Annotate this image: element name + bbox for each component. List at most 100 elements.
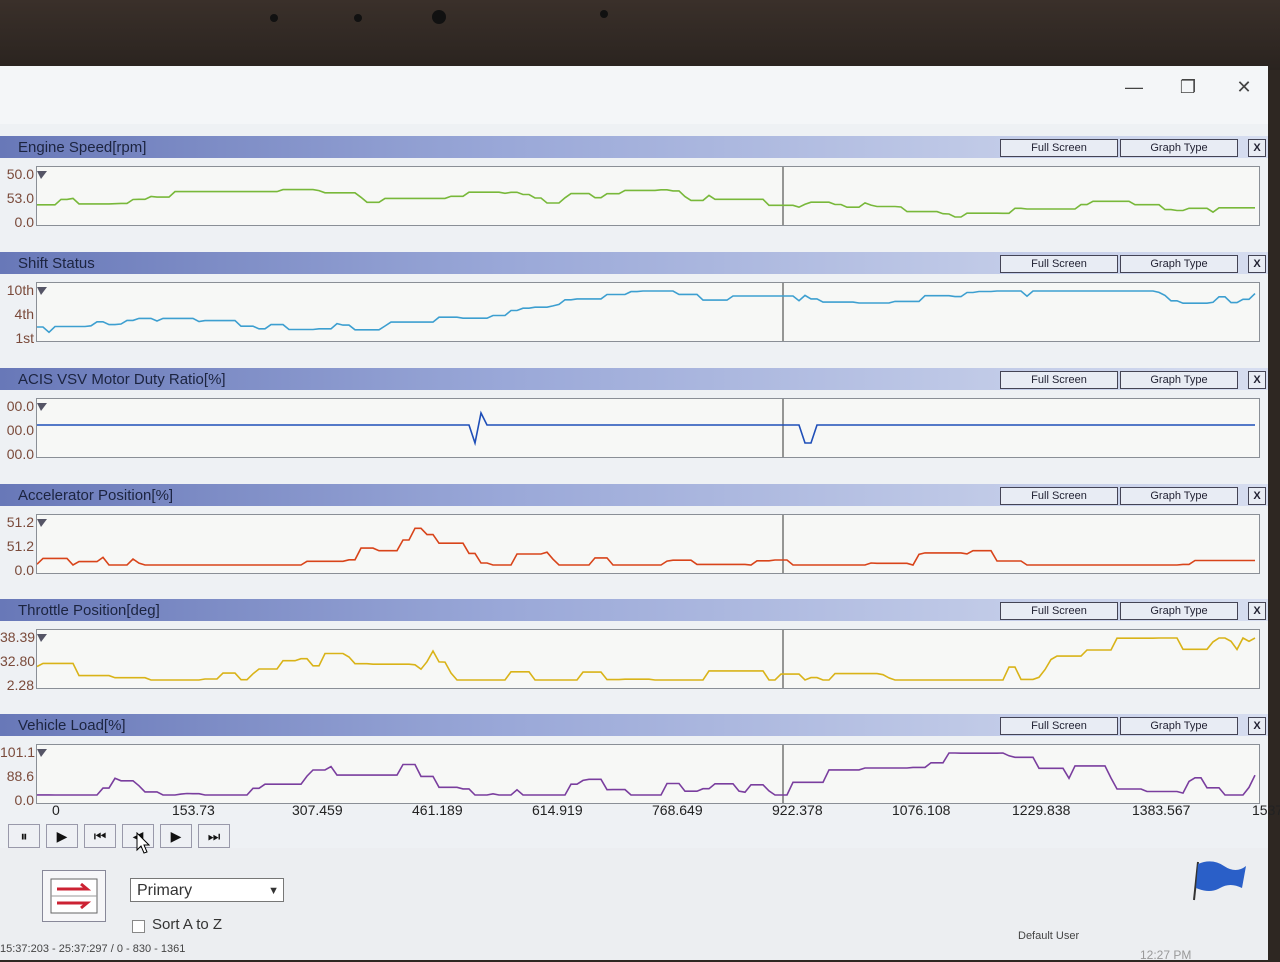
skip-end-button[interactable]: ⏭ xyxy=(198,824,230,848)
panel-header: Accelerator Position[%] Full Screen Grap… xyxy=(0,484,1268,506)
y-label-max: 50.0 xyxy=(6,166,34,182)
graph-panel: Shift Status Full Screen Graph Type X 10… xyxy=(0,252,1268,367)
close-panel-button[interactable]: X xyxy=(1248,371,1266,389)
chevron-down-icon: ▼ xyxy=(268,885,279,897)
y-label-mid: 51.2 xyxy=(6,538,34,554)
graph-panel: Throttle Position[deg] Full Screen Graph… xyxy=(0,599,1268,714)
y-label-mid: 00.0 xyxy=(6,422,34,438)
signal-line xyxy=(37,527,1255,567)
close-panel-button[interactable]: X xyxy=(1248,255,1266,273)
play-button[interactable]: ▶ xyxy=(46,824,78,848)
signal-line xyxy=(37,410,1255,447)
plot-area xyxy=(36,629,1260,689)
graph-type-button[interactable]: Graph Type xyxy=(1120,139,1238,157)
graph-panel: Engine Speed[rpm] Full Screen Graph Type… xyxy=(0,136,1268,251)
sort-checkbox[interactable] xyxy=(132,920,145,933)
graph-set-select[interactable]: Primary ▼ xyxy=(130,878,284,902)
panel-title: Accelerator Position[%] xyxy=(18,487,174,504)
bottom-toolbar: Primary ▼ Sort A to Z xyxy=(0,848,1268,960)
y-label-mid: 32.80 xyxy=(0,653,36,669)
y-label-min: 00.0 xyxy=(6,446,34,462)
y-label-min: 2.28 xyxy=(6,677,34,693)
start-marker-icon[interactable] xyxy=(37,171,47,179)
graph-type-button[interactable]: Graph Type xyxy=(1120,717,1238,735)
graph-panel: Accelerator Position[%] Full Screen Grap… xyxy=(0,484,1268,599)
pause-button[interactable]: ⏸ xyxy=(8,824,40,848)
y-label-min: 0.0 xyxy=(14,214,34,230)
full-screen-button[interactable]: Full Screen xyxy=(1000,487,1118,505)
playback-controls: ⏸▶⏮◀▶⏭ xyxy=(0,822,1268,848)
signal-trace xyxy=(37,399,1255,457)
x-tick-label: 461.189 xyxy=(412,802,463,818)
panel-header: Engine Speed[rpm] Full Screen Graph Type… xyxy=(0,136,1268,158)
graph-type-button[interactable]: Graph Type xyxy=(1120,487,1238,505)
panel-header: Vehicle Load[%] Full Screen Graph Type X xyxy=(0,714,1268,736)
flag-icon[interactable] xyxy=(1190,858,1250,902)
x-tick-label: 922.378 xyxy=(772,802,823,818)
start-marker-icon[interactable] xyxy=(37,749,47,757)
title-bar: — ❐ ✕ xyxy=(0,66,1268,124)
signal-trace xyxy=(37,167,1255,225)
swap-graphs-button[interactable] xyxy=(42,870,106,922)
plot-area xyxy=(36,282,1260,342)
laptop-bezel xyxy=(0,0,1280,70)
y-label-max: 00.0 xyxy=(6,398,34,414)
graph-set-value: Primary xyxy=(137,882,193,899)
start-marker-icon[interactable] xyxy=(37,634,47,642)
y-label-min: 1st xyxy=(15,330,34,346)
x-tick-label: 307.459 xyxy=(292,802,343,818)
panel-header: ACIS VSV Motor Duty Ratio[%] Full Screen… xyxy=(0,368,1268,390)
close-panel-button[interactable]: X xyxy=(1248,487,1266,505)
start-marker-icon[interactable] xyxy=(37,519,47,527)
panel-header: Shift Status Full Screen Graph Type X xyxy=(0,252,1268,274)
panel-title: Shift Status xyxy=(18,255,95,272)
x-tick-label: 614.919 xyxy=(532,802,583,818)
start-marker-icon[interactable] xyxy=(37,403,47,411)
full-screen-button[interactable]: Full Screen xyxy=(1000,139,1118,157)
full-screen-button[interactable]: Full Screen xyxy=(1000,255,1118,273)
start-marker-icon[interactable] xyxy=(37,287,47,295)
panel-title: Vehicle Load[%] xyxy=(18,717,126,734)
skip-start-button[interactable]: ⏮ xyxy=(84,824,116,848)
status-range: 15:37:203 - 25:37:297 / 0 - 830 - 1361 xyxy=(0,943,186,955)
graph-type-button[interactable]: Graph Type xyxy=(1120,255,1238,273)
x-axis: 0 153.73 307.459 461.189 614.919 768.649 922.3… xyxy=(0,802,1280,822)
panel-title: ACIS VSV Motor Duty Ratio[%] xyxy=(18,371,226,388)
app-window: — ❐ ✕ Engine Speed[rpm] Full Screen Grap… xyxy=(0,66,1280,962)
x-tick-label: 0 xyxy=(52,802,60,818)
y-label-mid: 88.6 xyxy=(6,768,34,784)
close-panel-button[interactable]: X xyxy=(1248,139,1266,157)
signal-line xyxy=(37,636,1256,681)
x-tick-label: 1076.108 xyxy=(892,802,951,818)
graph-panel: ACIS VSV Motor Duty Ratio[%] Full Screen… xyxy=(0,368,1268,483)
maximize-button[interactable]: ❐ xyxy=(1168,72,1208,102)
y-label-max: 38.39 xyxy=(0,629,36,645)
graph-type-button[interactable]: Graph Type xyxy=(1120,371,1238,389)
signal-trace xyxy=(37,283,1256,341)
full-screen-button[interactable]: Full Screen xyxy=(1000,602,1118,620)
user-label: Default User xyxy=(1018,930,1080,942)
full-screen-button[interactable]: Full Screen xyxy=(1000,371,1118,389)
close-panel-button[interactable]: X xyxy=(1248,602,1266,620)
minimize-button[interactable]: — xyxy=(1114,72,1154,102)
bezel-dot xyxy=(270,14,278,22)
full-screen-button[interactable]: Full Screen xyxy=(1000,717,1118,735)
plot-area xyxy=(36,398,1260,458)
x-tick-label: 1383.567 xyxy=(1132,802,1191,818)
bezel-dot xyxy=(600,10,608,18)
panel-header: Throttle Position[deg] Full Screen Graph… xyxy=(0,599,1268,621)
mouse-cursor-icon xyxy=(136,832,150,854)
y-label-max: 101.1 xyxy=(0,744,36,760)
step-forward-button[interactable]: ▶ xyxy=(160,824,192,848)
signal-line xyxy=(37,752,1256,796)
graph-type-button[interactable]: Graph Type xyxy=(1120,602,1238,620)
signal-line xyxy=(37,188,1255,218)
close-button[interactable]: ✕ xyxy=(1224,72,1264,102)
close-panel-button[interactable]: X xyxy=(1248,717,1266,735)
plot-area xyxy=(36,744,1260,804)
x-tick-label: 1229.838 xyxy=(1012,802,1071,818)
panel-title: Engine Speed[rpm] xyxy=(18,139,147,156)
x-tick-label: 768.649 xyxy=(652,802,703,818)
y-label-max: 10th xyxy=(6,282,34,298)
y-label-mid: 53.0 xyxy=(6,190,34,206)
